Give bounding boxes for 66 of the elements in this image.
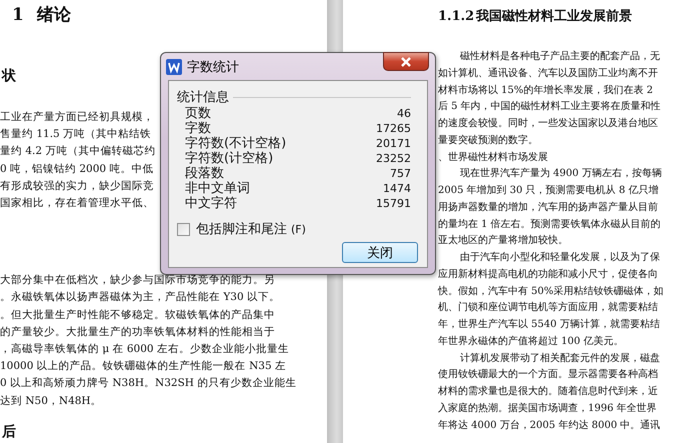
body-text-line: 计算机发展带动了相关配套元件的发展，磁盘 xyxy=(459,352,660,366)
body-text-line: 、世界磁性材料市场发展 xyxy=(438,150,548,164)
stat-value: 15791 xyxy=(376,196,411,211)
stat-label: 页数 xyxy=(185,106,211,121)
body-text-line: 亚太地区的产量将增加较快。 xyxy=(438,234,568,248)
stat-label: 中文字符 xyxy=(185,196,237,211)
body-text-line: 磁性材料是各种电子产品主要的配套产品，无 xyxy=(459,50,660,64)
body-text-line: 年世界永磁体的产值将超过 100 亿美元。 xyxy=(438,334,624,349)
body-text-line: 2005 年增加到 30 只，预测需要电机从 8 亿只增 xyxy=(438,184,658,198)
body-text-line: 入家庭的热潮。据美国市场调查，1996 年全世界 xyxy=(438,402,657,416)
body-text-line: 有形成较强的实力，缺少国际竞 xyxy=(0,178,154,194)
body-text-line: 10000 以上的产品。钕铁硼磁体的生产性能一般在 N35 左 xyxy=(0,359,286,374)
dialog-title: 字数统计 xyxy=(187,58,239,76)
body-text-line: 年，世界生产汽车以 5540 万辆计算，就需要粘结 xyxy=(438,318,660,332)
body-text-line: 机、门锁和座位调节电机等方面应用，就需要粘结 xyxy=(438,300,658,316)
group-label: 统计信息 xyxy=(177,89,229,106)
close-dialog-button[interactable]: 关闭 xyxy=(342,242,418,263)
body-text-line: 由于汽车向小型化和轻量化发展，以及为了保 xyxy=(459,250,660,265)
stat-label: 字符数(不计空格) xyxy=(185,136,286,151)
stat-label: 字符数(计空格) xyxy=(185,151,274,166)
body-text-line: 现在世界汽车产量为 4900 万辆左右，按每辆 xyxy=(459,166,662,182)
body-text-line: 大部分集中在低档次，缺少参与国际市场竞争的能力。另 xyxy=(0,273,275,288)
close-button[interactable] xyxy=(383,52,429,71)
section-heading: 状 xyxy=(0,67,16,86)
body-text-line: 工业在产量方面已经初具规模， xyxy=(0,110,154,125)
body-text-line: 使用钕铁硼最大的一个方面。显示器需要各种高档 xyxy=(438,368,658,382)
body-text-line: 如计算机、通讯设备、汽车以及国防工业均离不开 xyxy=(438,66,658,81)
body-text-line: 。但大批量生产时性能不够稳定。软磁铁氧体的产品集中 xyxy=(0,308,275,323)
checkbox-label: 包括脚注和尾注 xyxy=(196,221,287,238)
stat-label: 字数 xyxy=(185,121,211,136)
section-heading: 我国磁性材料工业发展前景 xyxy=(476,8,632,26)
body-text-line: 材料市场将以 15%的年增长率发展，我们在表 2 xyxy=(438,84,653,98)
body-text-line: 0 吨，铝镍钴约 2000 吨。中低 xyxy=(0,162,154,177)
stat-value: 23252 xyxy=(376,151,411,166)
body-text-line: 0 以上和高矫顽力牌号 N38H。N32SH 的只有少数企业能生 xyxy=(0,376,296,392)
checkbox[interactable] xyxy=(177,222,190,236)
body-text-line: 。永磁铁氧体以扬声器磁体为主，产品性能在 Y30 以下。 xyxy=(0,290,280,306)
body-text-line: 售量约 11.5 万吨（其中粘结铁 xyxy=(0,127,152,142)
body-text-line: 量要突破预测的数字。 xyxy=(438,134,538,148)
close-icon xyxy=(400,56,412,66)
body-text-line: 达到 N50，N48H。 xyxy=(0,394,102,409)
body-text-line: 用扬声器数量的增加，汽车用的扬声器产量从目前 xyxy=(438,200,658,215)
body-text-line: 量约 4.2 万吨（其中偏转磁芯约 xyxy=(0,144,156,160)
body-text-line: ，高磁导率铁氧体的 μ 在 6000 左右。少数企业能小批量生 xyxy=(0,342,289,358)
body-text-line: 年将达 4000 万台，2005 年约达 8000 中。通讯 xyxy=(438,418,660,432)
stat-value: 757 xyxy=(390,166,411,181)
stat-value: 1474 xyxy=(383,181,411,196)
chapter-number: 1 xyxy=(12,4,25,27)
app-logo-icon xyxy=(166,58,182,74)
stat-label: 段落数 xyxy=(185,166,224,181)
stat-label: 非中文单词 xyxy=(185,181,250,196)
body-text-line: 的产量较少。大批量生产的功率铁氧体材料的性能相当于 xyxy=(0,324,275,340)
body-text-line: 材料的需求量也是很大的。随着信息时代到来，近 xyxy=(438,384,658,399)
body-text-line: 快。假如，汽车中有 50%采用粘结钕铁硼磁体，如 xyxy=(438,284,664,298)
shortcut-key: (F) xyxy=(291,222,306,236)
body-text-line: 的速度会较慢。同时，一些发达国家以及港台地区 xyxy=(438,116,658,131)
section-number: 1.1.2 xyxy=(438,8,476,26)
body-text-line: 的量均在 1 倍左右。预测需要铁氧体永磁从目前的 xyxy=(438,218,661,232)
stat-value: 20171 xyxy=(376,136,411,151)
stat-value: 46 xyxy=(397,106,411,121)
body-text-line: 国家相比，存在着管理水平低、 xyxy=(0,196,154,212)
stat-value: 17265 xyxy=(376,121,411,136)
chapter-heading: 绪论 xyxy=(37,4,71,27)
body-text-line: 后 5 年内，中国的磁性材料工业主要将在质量和性 xyxy=(438,100,661,114)
body-text-line: 应用新材料提高电机的功能和减小尺寸，促使各向 xyxy=(438,268,658,282)
section-heading: 后 xyxy=(0,422,16,442)
